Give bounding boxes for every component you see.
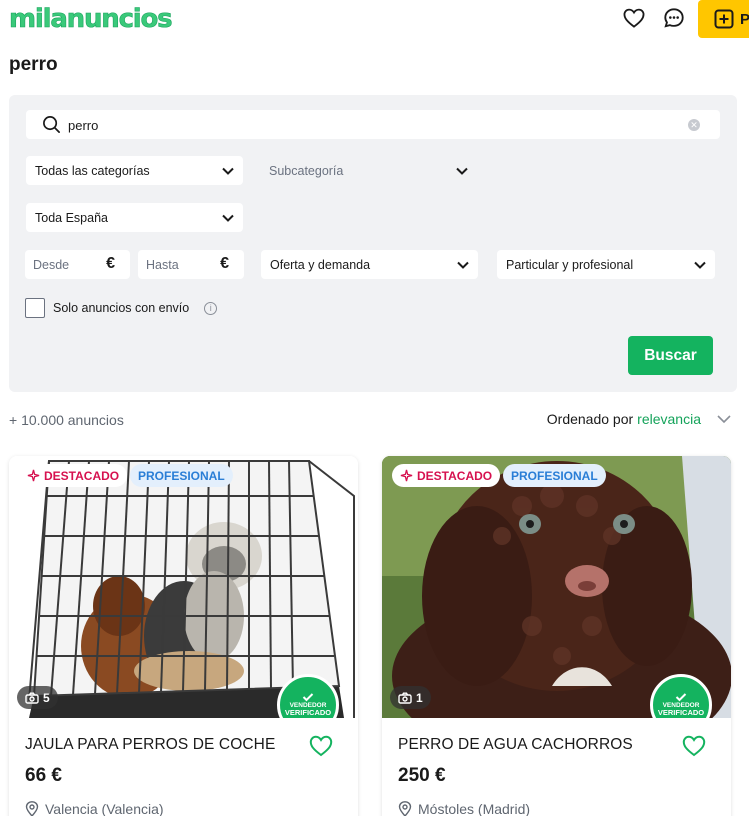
publish-label: P	[740, 10, 749, 28]
offer-type-select[interactable]: Oferta y demanda	[261, 250, 478, 279]
chevron-down-icon	[457, 261, 469, 269]
seal-line2: VERIFICADO	[657, 708, 705, 718]
listing-location: Móstoles (Madrid)	[398, 801, 530, 816]
chevron-down-icon	[717, 415, 731, 424]
seal-line2: VERIFICADO	[284, 708, 332, 718]
featured-badge: DESTACADO	[392, 464, 501, 487]
listing-card[interactable]: DESTACADO PROFESIONAL 5 VENDEDOR VERIFIC…	[9, 456, 358, 816]
featured-label: DESTACADO	[417, 468, 493, 483]
featured-label: DESTACADO	[44, 468, 120, 483]
search-input[interactable]	[68, 115, 668, 135]
shipping-only-checkbox[interactable]	[25, 298, 45, 318]
listing-image-puppy[interactable]: DESTACADO PROFESIONAL 1 VENDEDOR VERIFIC…	[382, 456, 731, 718]
listing-location: Valencia (Valencia)	[25, 801, 164, 816]
listing-price: 66 €	[25, 765, 62, 786]
search-icon	[43, 116, 60, 133]
euro-icon: €	[106, 255, 115, 272]
location-select[interactable]: Toda España	[26, 203, 243, 232]
favorites-heart-icon[interactable]	[622, 6, 646, 30]
listing-card[interactable]: DESTACADO PROFESIONAL 1 VENDEDOR VERIFIC…	[382, 456, 731, 816]
publish-button[interactable]: P	[698, 0, 749, 38]
location-text: Valencia (Valencia)	[45, 801, 164, 816]
sort-dropdown[interactable]: Ordenado por relevancia	[547, 411, 733, 427]
chevron-down-icon	[222, 214, 234, 222]
featured-badge: DESTACADO	[19, 464, 128, 487]
photo-count: 5	[43, 690, 50, 705]
price-from-placeholder: Desde	[33, 257, 70, 272]
sort-value: relevancia	[637, 411, 701, 427]
page-title: perro	[9, 54, 58, 75]
price-to-placeholder: Hasta	[146, 257, 179, 272]
filters-panel: ✕ Todas las categorías Subcategoría Toda…	[9, 95, 737, 392]
info-icon[interactable]: i	[204, 301, 218, 315]
results-count: + 10.000 anuncios	[9, 412, 124, 428]
photo-count-badge: 5	[17, 686, 58, 709]
sort-prefix: Ordenado por	[546, 411, 634, 427]
listing-image-dog-cage[interactable]: DESTACADO PROFESIONAL 5 VENDEDOR VERIFIC…	[9, 456, 358, 718]
offer-type-value: Oferta y demanda	[270, 257, 371, 272]
plus-square-icon	[714, 9, 734, 29]
euro-icon: €	[220, 255, 229, 272]
check-icon	[302, 693, 314, 702]
subcategory-value: Subcategoría	[269, 163, 344, 178]
search-box: ✕	[26, 110, 720, 139]
camera-icon	[25, 692, 39, 704]
seller-type-select[interactable]: Particular y profesional	[497, 250, 715, 279]
chat-icon[interactable]	[662, 6, 686, 30]
professional-badge: PROFESIONAL	[503, 464, 606, 487]
clear-search-icon[interactable]: ✕	[688, 119, 700, 131]
chevron-down-icon	[222, 167, 234, 175]
location-pin-icon	[398, 801, 412, 816]
check-icon	[675, 693, 687, 702]
milanuncios-logo[interactable]: milanuncios	[9, 4, 173, 35]
location-pin-icon	[25, 801, 39, 816]
favorite-heart-icon[interactable]	[309, 735, 333, 762]
listing-price: 250 €	[398, 765, 446, 786]
sparkle-icon	[27, 469, 40, 482]
professional-badge: PROFESIONAL	[130, 464, 233, 487]
seller-type-value: Particular y profesional	[506, 257, 634, 272]
favorite-heart-icon[interactable]	[682, 735, 706, 762]
shipping-only-label: Solo anuncios con envío	[53, 301, 190, 315]
search-button[interactable]: Buscar	[628, 336, 713, 375]
chevron-down-icon	[694, 261, 706, 269]
price-to-field[interactable]: Hasta €	[138, 250, 244, 279]
sparkle-icon	[400, 469, 413, 482]
price-from-field[interactable]: Desde €	[25, 250, 130, 279]
subcategory-select[interactable]: Subcategoría	[260, 156, 477, 185]
shipping-only-row: Solo anuncios con envío i	[25, 298, 218, 318]
location-text: Móstoles (Madrid)	[418, 801, 531, 816]
location-value: Toda España	[35, 210, 108, 225]
top-header: milanuncios P	[0, 0, 749, 40]
camera-icon	[398, 692, 412, 704]
category-select[interactable]: Todas las categorías	[26, 156, 243, 185]
chevron-down-icon	[456, 167, 468, 175]
photo-count-badge: 1	[390, 686, 431, 709]
category-value: Todas las categorías	[35, 163, 150, 178]
listing-title[interactable]: JAULA PARA PERROS DE COCHE	[25, 736, 275, 754]
photo-count: 1	[416, 690, 423, 705]
listing-title[interactable]: PERRO DE AGUA CACHORROS	[398, 736, 633, 754]
